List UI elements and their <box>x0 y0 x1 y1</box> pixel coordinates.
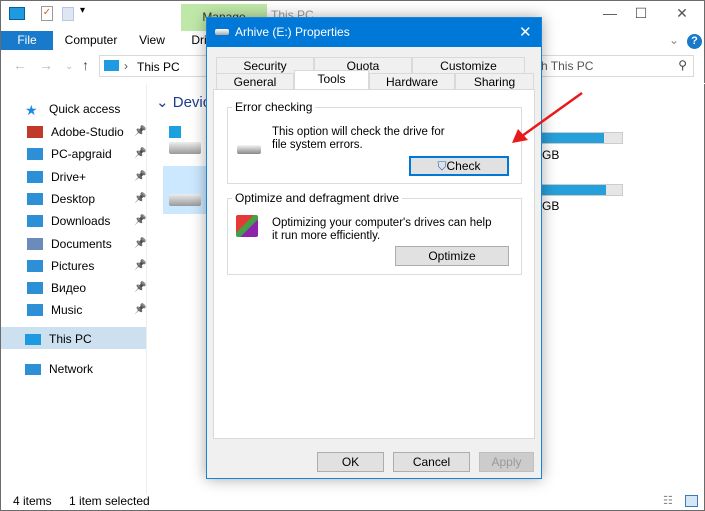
annotation-arrow <box>512 91 583 143</box>
arrow-shaft <box>521 91 583 138</box>
arrow-head <box>512 129 528 143</box>
